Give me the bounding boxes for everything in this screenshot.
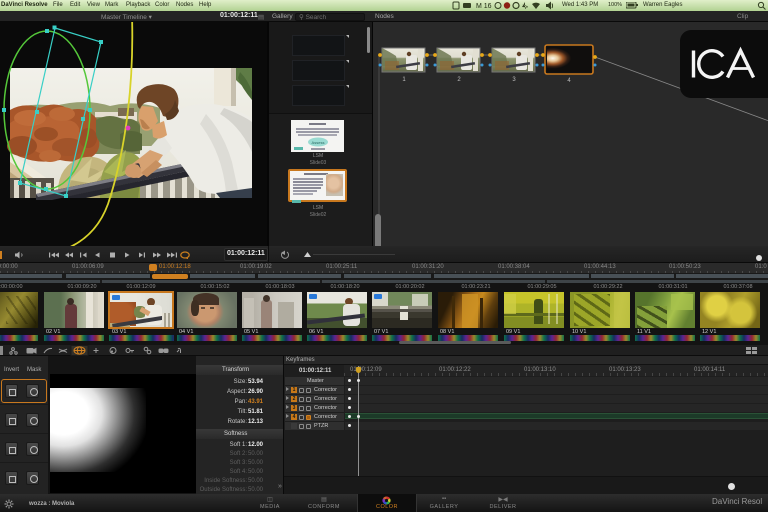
svg-text:2: 2 (457, 77, 461, 83)
svg-text:3: 3 (512, 77, 516, 83)
svg-text:4: 4 (567, 78, 571, 84)
svg-text:M 16: M 16 (476, 3, 492, 10)
svg-text:Assess: Assess (312, 140, 325, 145)
svg-text:1: 1 (402, 77, 406, 83)
